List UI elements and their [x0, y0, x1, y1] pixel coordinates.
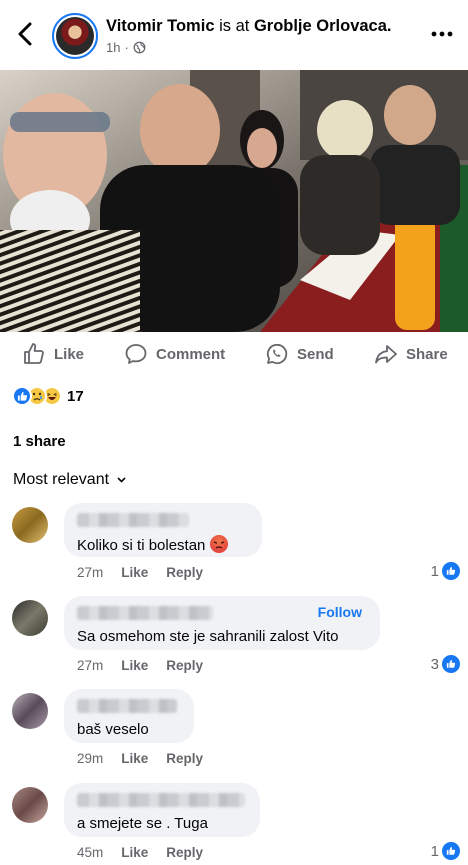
post-photo[interactable]	[0, 70, 468, 332]
comment-like-button[interactable]: Like	[121, 565, 148, 580]
angry-emoji-icon	[209, 535, 228, 553]
comment-text: Koliko si ti bolestan	[77, 535, 250, 554]
comment-like-count[interactable]: 1	[431, 562, 460, 580]
globe-icon	[133, 41, 146, 54]
post-title: Vitomir Tomic is at Groblje Orlovaca.	[106, 17, 392, 36]
comment-like-count[interactable]: 1	[431, 842, 460, 860]
comment-reply-button[interactable]: Reply	[166, 751, 203, 766]
post-header: Vitomir Tomic is at Groblje Orlovaca. 1h…	[0, 0, 468, 70]
commenter-avatar[interactable]	[12, 600, 48, 636]
checkin-text: is at	[214, 17, 254, 35]
commenter-name[interactable]	[77, 699, 177, 713]
comment-bubble: baš veselo	[64, 689, 194, 743]
like-reaction-icon	[442, 655, 460, 673]
comment-time[interactable]: 27m	[77, 658, 103, 673]
like-reaction-icon	[12, 386, 32, 406]
comment-text: Sa osmehom ste je sahranili zalost Vito	[77, 628, 339, 645]
like-reaction-icon	[442, 562, 460, 580]
more-horizontal-icon	[431, 31, 453, 37]
chevron-down-icon	[117, 477, 126, 483]
thumbs-up-icon	[24, 343, 44, 364]
post-time[interactable]: 1h	[106, 40, 120, 55]
commenter-name[interactable]	[77, 513, 189, 527]
comment-meta: 27m Like Reply	[77, 565, 203, 580]
comment-sort-dropdown[interactable]: Most relevant	[13, 471, 126, 489]
comment-like-count[interactable]: 3	[431, 655, 460, 673]
commenter-name[interactable]	[77, 606, 213, 620]
reaction-count: 17	[67, 387, 84, 405]
comment-meta: 45m Like Reply	[77, 845, 203, 860]
send-button[interactable]: Send	[265, 342, 334, 366]
whatsapp-icon	[266, 343, 288, 365]
comment-meta: 29m Like Reply	[77, 751, 203, 766]
share-arrow-icon	[375, 345, 397, 364]
comment-reply-button[interactable]: Reply	[166, 845, 203, 860]
comment-text: baš veselo	[77, 721, 149, 738]
sort-label: Most relevant	[13, 471, 110, 488]
follow-button[interactable]: Follow	[318, 604, 362, 620]
comment-meta: 27m Like Reply	[77, 658, 203, 673]
post-meta: 1h ·	[106, 40, 146, 55]
comment-bubble: a smejete se . Tuga	[64, 783, 260, 837]
back-button[interactable]	[14, 20, 38, 48]
comment-like-button[interactable]: Like	[121, 658, 148, 673]
comment-time[interactable]: 27m	[77, 565, 103, 580]
place-name[interactable]: Groblje Orlovaca.	[254, 17, 392, 35]
comment-button[interactable]: Comment	[124, 342, 225, 366]
comment-reply-button[interactable]: Reply	[166, 565, 203, 580]
photo-illustration	[0, 70, 468, 332]
commenter-avatar[interactable]	[12, 693, 48, 729]
share-button[interactable]: Share	[374, 342, 448, 366]
commenter-avatar[interactable]	[12, 507, 48, 543]
chevron-left-icon	[18, 22, 32, 46]
comment-reply-button[interactable]: Reply	[166, 658, 203, 673]
commenter-name[interactable]	[77, 793, 245, 807]
more-options-button[interactable]	[430, 26, 454, 42]
author-name[interactable]: Vitomir Tomic	[106, 17, 215, 35]
comment-icon	[125, 344, 147, 364]
comment-text: a smejete se . Tuga	[77, 815, 208, 832]
author-avatar[interactable]	[52, 13, 98, 59]
comment-like-button[interactable]: Like	[121, 751, 148, 766]
comment-bubble: Koliko si ti bolestan	[64, 503, 262, 557]
share-count[interactable]: 1 share	[13, 433, 66, 450]
comment-time[interactable]: 45m	[77, 845, 103, 860]
comment-bubble: Follow Sa osmehom ste je sahranili zalos…	[64, 596, 380, 650]
commenter-avatar[interactable]	[12, 787, 48, 823]
comment-like-button[interactable]: Like	[121, 845, 148, 860]
reactions-summary[interactable]: 17	[12, 386, 84, 406]
like-button[interactable]: Like	[22, 342, 84, 366]
action-bar: Like Comment Send Share	[0, 332, 468, 376]
like-reaction-icon	[442, 842, 460, 860]
comment-time[interactable]: 29m	[77, 751, 103, 766]
